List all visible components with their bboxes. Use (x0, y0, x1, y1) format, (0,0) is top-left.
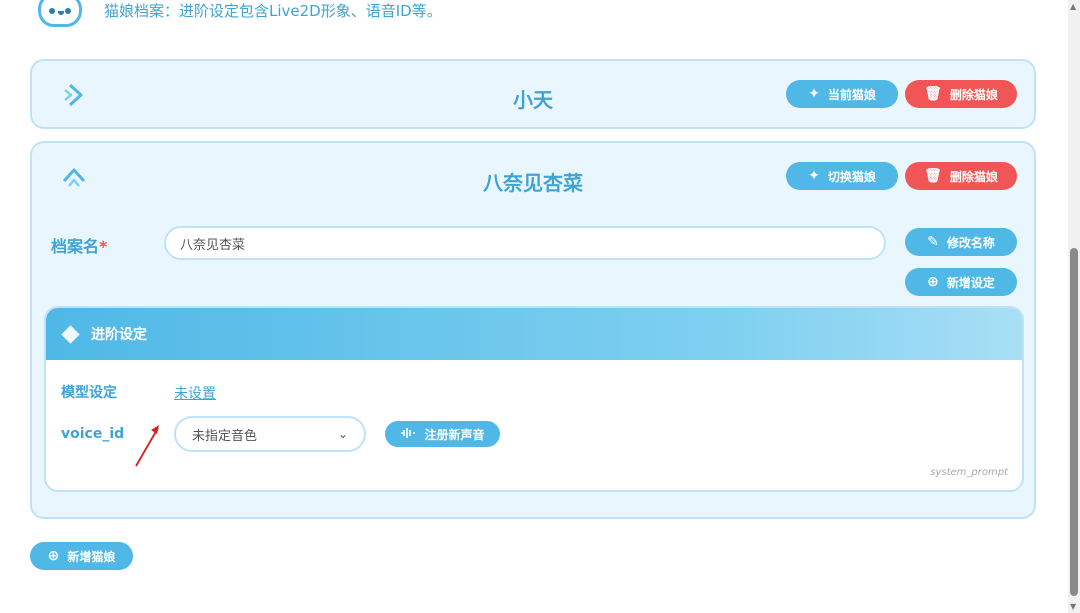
register-voice-button[interactable]: 注册新声音 (385, 421, 500, 447)
advanced-settings-panel: 进阶设定 模型设定 未设置 voice_id 未指定音色 ⌄ 注册新声音 sys… (44, 306, 1024, 492)
current-profile-button[interactable]: ✦ 当前猫娘 (786, 80, 898, 108)
model-settings-link[interactable]: 未设置 (174, 383, 216, 403)
scroll-down-icon[interactable]: ▼ (1070, 602, 1076, 611)
rename-button[interactable]: ✎ 修改名称 (905, 228, 1017, 256)
page-header: 猫娘档案：进阶设定包含Live2D形象、语音ID等。 (38, 0, 442, 30)
add-profile-button[interactable]: ⊕ 新增猫娘 (30, 542, 133, 570)
trash-icon: 🗑 (924, 86, 942, 102)
voice-select[interactable]: 未指定音色 ⌄ (174, 416, 366, 452)
delete-profile-button[interactable]: 🗑 删除猫娘 (905, 162, 1017, 190)
chevron-down-icon: ⌄ (337, 427, 348, 441)
profile-name-label: 档案名* (51, 237, 108, 256)
switch-profile-button[interactable]: ✦ 切换猫娘 (786, 162, 898, 190)
profile-card-collapsed[interactable]: 小天 ✦ 当前猫娘 🗑 删除猫娘 (30, 59, 1036, 129)
page-description: 猫娘档案：进阶设定包含Live2D形象、语音ID等。 (104, 1, 442, 20)
waveform-icon (400, 427, 416, 442)
advanced-settings-header[interactable]: 进阶设定 (46, 308, 1022, 360)
system-prompt-hint: system_prompt (930, 467, 1008, 478)
delete-profile-button[interactable]: 🗑 删除猫娘 (905, 80, 1017, 108)
vertical-scrollbar[interactable]: ▲ ▼ (1068, 0, 1080, 613)
diamond-icon (61, 324, 80, 344)
model-settings-label: 模型设定 (61, 385, 117, 401)
voice-id-label: voice_id (61, 426, 125, 442)
profile-name-input[interactable] (164, 226, 886, 260)
plus-circle-icon: ⊕ (47, 548, 60, 564)
pencil-icon: ✎ (927, 234, 939, 250)
add-setting-button[interactable]: ⊕ 新增设定 (905, 268, 1017, 296)
sparkle-icon: ✦ (808, 168, 820, 184)
trash-icon: 🗑 (924, 168, 942, 184)
profile-card-expanded: 八奈见杏菜 ✦ 切换猫娘 🗑 删除猫娘 档案名* ✎ 修改名称 ⊕ 新增设定 进… (30, 141, 1036, 519)
plus-circle-icon: ⊕ (927, 274, 939, 290)
sparkle-icon: ✦ (808, 86, 820, 102)
scroll-up-icon[interactable]: ▲ (1070, 2, 1076, 11)
scrollbar-thumb[interactable] (1070, 248, 1078, 596)
cat-logo-icon (38, 0, 82, 27)
annotation-arrow-icon (135, 425, 159, 467)
